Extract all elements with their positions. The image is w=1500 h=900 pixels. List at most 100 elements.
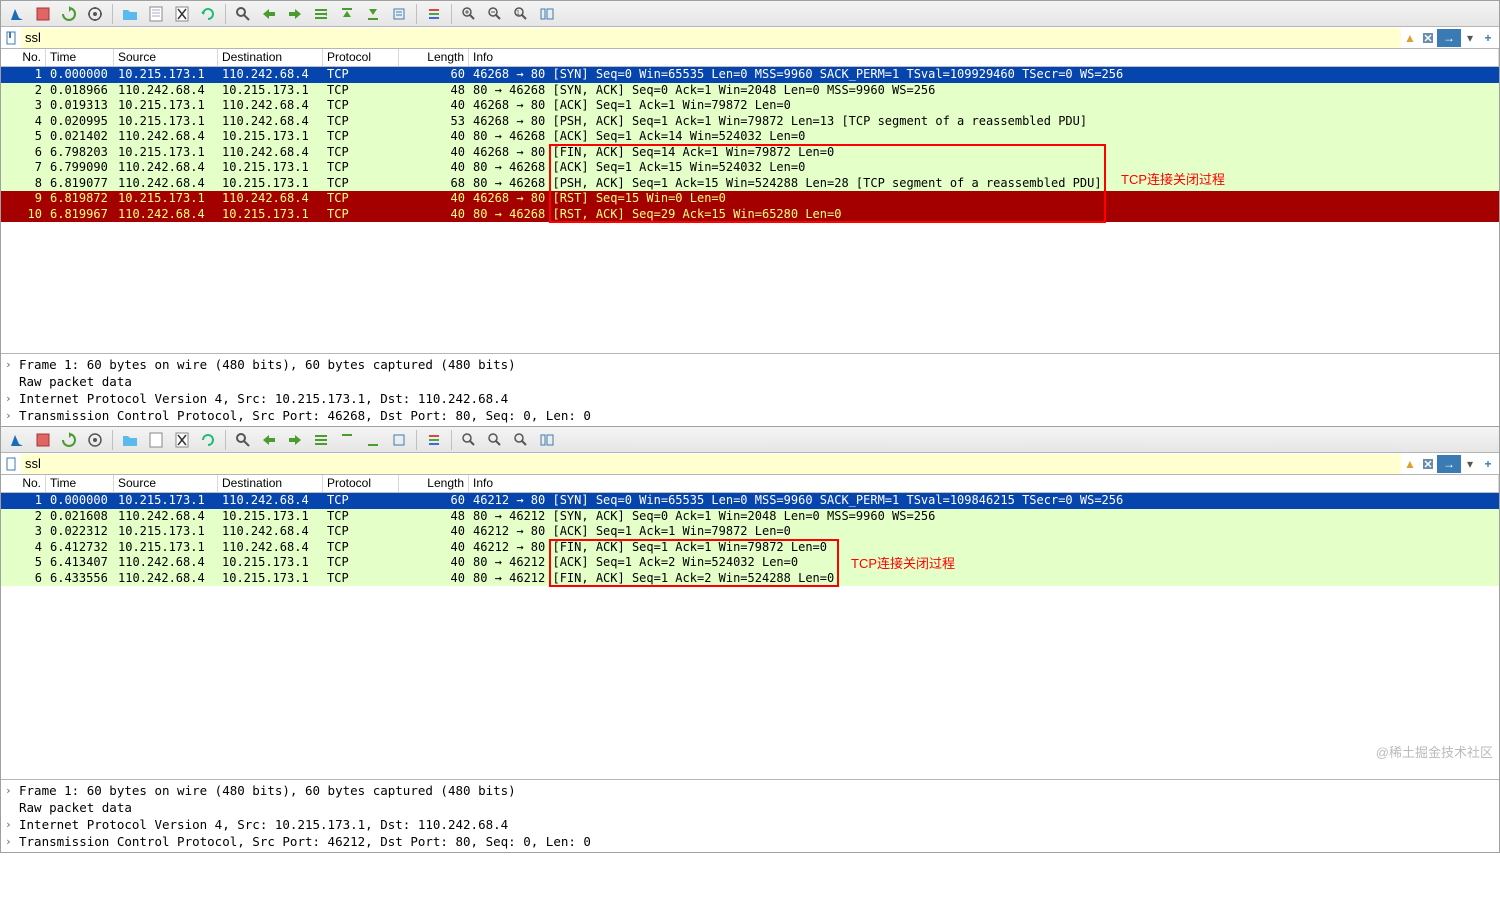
open-file-button[interactable] [118,3,142,25]
table-row[interactable]: 50.021402110.242.68.410.215.173.1TCP4080… [1,129,1499,145]
detail-line[interactable]: Raw packet data [1,373,1499,390]
detail-line[interactable]: ›Frame 1: 60 bytes on wire (480 bits), 6… [1,782,1499,799]
find-button[interactable] [231,3,255,25]
shark-fin-icon[interactable] [5,3,29,25]
go-forward-button[interactable] [283,3,307,25]
table-row[interactable]: 30.02231210.215.173.1110.242.68.4TCP4046… [1,524,1499,540]
stop-capture-button[interactable] [31,3,55,25]
close-file-button[interactable] [170,429,194,451]
zoom-reset-button[interactable] [509,429,533,451]
table-row[interactable]: 96.81987210.215.173.1110.242.68.4TCP4046… [1,191,1499,207]
detail-line[interactable]: ›Internet Protocol Version 4, Src: 10.21… [1,816,1499,833]
table-row[interactable]: 40.02099510.215.173.1110.242.68.4TCP5346… [1,114,1499,130]
colorize-button[interactable] [422,429,446,451]
auto-scroll-button[interactable] [387,429,411,451]
bookmark-filter-icon[interactable] [3,456,19,472]
packet-details-2[interactable]: ›Frame 1: 60 bytes on wire (480 bits), 6… [1,779,1499,852]
go-back-button[interactable] [257,3,281,25]
jump-to-button[interactable] [309,429,333,451]
filter-clear-button[interactable] [1419,29,1437,47]
table-row[interactable]: 86.819077110.242.68.410.215.173.1TCP6880… [1,176,1499,192]
filter-history-button[interactable]: ▾ [1461,29,1479,47]
packet-list-1[interactable]: TCP连接关闭过程 10.00000010.215.173.1110.242.6… [1,67,1499,353]
resize-columns-button[interactable] [535,3,559,25]
zoom-in-button[interactable] [457,429,481,451]
open-file-button[interactable] [118,429,142,451]
close-file-button[interactable] [170,3,194,25]
packet-details-1[interactable]: ›Frame 1: 60 bytes on wire (480 bits), 6… [1,353,1499,426]
filter-add-button[interactable]: + [1479,29,1497,47]
annotation-label-1: TCP连接关闭过程 [1121,169,1225,188]
find-button[interactable] [231,429,255,451]
restart-capture-button[interactable] [57,429,81,451]
svg-text:1: 1 [516,10,520,17]
col-info: Info [469,49,1499,66]
table-row[interactable]: 66.79820310.215.173.1110.242.68.4TCP4046… [1,145,1499,161]
filter-warning-icon[interactable]: ▲ [1401,29,1419,47]
save-file-button[interactable] [144,429,168,451]
detail-line[interactable]: ›Transmission Control Protocol, Src Port… [1,407,1499,424]
capture-pane-1: 1 ▲ → ▾ + No. Time Source Destination Pr… [0,0,1500,427]
table-row[interactable]: 10.00000010.215.173.1110.242.68.4TCP6046… [1,493,1499,509]
detail-line[interactable]: ›Internet Protocol Version 4, Src: 10.21… [1,390,1499,407]
watermark: @稀土掘金技术社区 [1376,742,1493,761]
capture-options-button[interactable] [83,3,107,25]
col-protocol: Protocol [323,49,399,66]
packet-list-header[interactable]: No. Time Source Destination Protocol Len… [1,49,1499,67]
col-length: Length [399,49,469,66]
resize-columns-button[interactable] [535,429,559,451]
main-toolbar: 1 [1,1,1499,27]
colorize-button[interactable] [422,3,446,25]
filter-add-button[interactable]: + [1479,455,1497,473]
table-row[interactable]: 56.413407110.242.68.410.215.173.1TCP4080… [1,555,1499,571]
restart-capture-button[interactable] [57,3,81,25]
zoom-out-button[interactable] [483,429,507,451]
capture-pane-2: ▲ → ▾ + No. Time Source Destination Prot… [0,427,1500,853]
table-row[interactable]: 30.01931310.215.173.1110.242.68.4TCP4046… [1,98,1499,114]
annotation-label-2: TCP连接关闭过程 [851,553,955,572]
detail-line[interactable]: Raw packet data [1,799,1499,816]
packet-list-header-2[interactable]: No. Time Source Destination Protocol Len… [1,475,1499,493]
display-filter-input-2[interactable] [21,454,1401,474]
go-last-button[interactable] [361,429,385,451]
col-source: Source [114,49,218,66]
go-first-button[interactable] [335,3,359,25]
zoom-out-button[interactable] [483,3,507,25]
auto-scroll-button[interactable] [387,3,411,25]
filter-apply-button[interactable]: → [1437,455,1461,473]
table-row[interactable]: 20.021608110.242.68.410.215.173.1TCP4880… [1,509,1499,525]
col-no: No. [1,49,46,66]
table-row[interactable]: 66.433556110.242.68.410.215.173.1TCP4080… [1,571,1499,587]
table-row[interactable]: 76.799090110.242.68.410.215.173.1TCP4080… [1,160,1499,176]
zoom-in-button[interactable] [457,3,481,25]
packet-list-2[interactable]: TCP连接关闭过程 @稀土掘金技术社区 10.00000010.215.173.… [1,493,1499,779]
go-forward-button[interactable] [283,429,307,451]
col-destination: Destination [218,49,323,66]
save-file-button[interactable] [144,3,168,25]
go-first-button[interactable] [335,429,359,451]
table-row[interactable]: 106.819967110.242.68.410.215.173.1TCP408… [1,207,1499,223]
stop-capture-button[interactable] [31,429,55,451]
capture-options-button[interactable] [83,429,107,451]
display-filter-bar: ▲ → ▾ + [1,27,1499,49]
filter-clear-button[interactable] [1419,455,1437,473]
shark-fin-icon[interactable] [5,429,29,451]
filter-warning-icon[interactable]: ▲ [1401,455,1419,473]
zoom-reset-button[interactable]: 1 [509,3,533,25]
table-row[interactable]: 20.018966110.242.68.410.215.173.1TCP4880… [1,83,1499,99]
jump-to-button[interactable] [309,3,333,25]
reload-button[interactable] [196,429,220,451]
go-last-button[interactable] [361,3,385,25]
detail-line[interactable]: ›Transmission Control Protocol, Src Port… [1,833,1499,850]
display-filter-input[interactable] [21,28,1401,48]
reload-button[interactable] [196,3,220,25]
table-row[interactable]: 10.00000010.215.173.1110.242.68.4TCP6046… [1,67,1499,83]
filter-history-button[interactable]: ▾ [1461,455,1479,473]
col-time: Time [46,49,114,66]
filter-apply-button[interactable]: → [1437,29,1461,47]
display-filter-bar-2: ▲ → ▾ + [1,453,1499,475]
detail-line[interactable]: ›Frame 1: 60 bytes on wire (480 bits), 6… [1,356,1499,373]
table-row[interactable]: 46.41273210.215.173.1110.242.68.4TCP4046… [1,540,1499,556]
go-back-button[interactable] [257,429,281,451]
bookmark-filter-icon[interactable] [3,30,19,46]
